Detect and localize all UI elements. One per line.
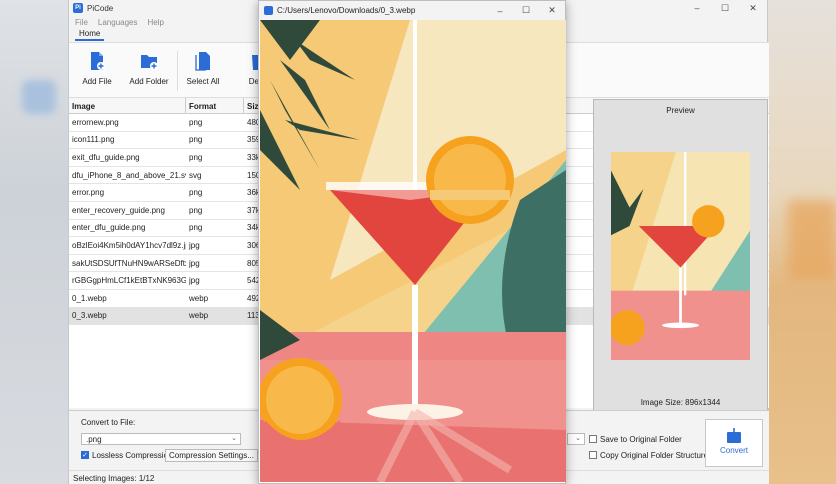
cell-image: enter_dfu_guide.png <box>72 223 146 233</box>
cell-format: png <box>189 223 203 233</box>
viewer-maximize-button[interactable]: ☐ <box>513 1 539 20</box>
cell-image: 0_1.webp <box>72 293 107 303</box>
cell-format: png <box>189 117 203 127</box>
cell-format: png <box>189 152 203 162</box>
add-folder-label: Add Folder <box>129 77 169 86</box>
viewer-title-bar: C:/Users/Lenovo/Downloads/0_3.webp – ☐ ✕ <box>259 1 565 20</box>
column-header-format[interactable]: Format <box>186 98 244 113</box>
chevron-down-icon: ⌄ <box>575 435 581 442</box>
cell-image: exit_dfu_guide.png <box>72 152 140 162</box>
copy-folder-structure-checkbox[interactable] <box>589 451 597 459</box>
desktop-wallpaper-blur <box>788 200 836 280</box>
close-button[interactable]: ✕ <box>739 0 767 16</box>
cocktail-illustration <box>260 20 566 482</box>
convert-button[interactable]: Convert <box>705 419 763 467</box>
copy-folder-structure-label: Copy Original Folder Structure <box>600 451 709 460</box>
cell-image: rGBGgpHmLCf1kEtBTxNK963GdZs.j... <box>72 276 186 286</box>
desktop-background-right <box>768 0 836 484</box>
column-header-image[interactable]: Image <box>69 98 186 113</box>
preview-image <box>611 152 750 360</box>
viewer-image <box>260 20 566 482</box>
viewer-window-controls: – ☐ ✕ <box>487 1 565 20</box>
menu-help[interactable]: Help <box>147 18 163 27</box>
select-all-button[interactable]: Select All <box>177 51 229 86</box>
menu-file[interactable]: File <box>75 18 88 27</box>
convert-icon <box>727 428 741 443</box>
viewer-file-path: C:/Users/Lenovo/Downloads/0_3.webp <box>277 6 416 15</box>
viewer-close-button[interactable]: ✕ <box>539 1 565 20</box>
cell-image: enter_recovery_guide.png <box>72 205 165 215</box>
convert-label: Convert <box>719 446 748 455</box>
minimize-button[interactable]: – <box>683 0 711 16</box>
viewer-app-icon <box>264 6 273 15</box>
window-controls: – ☐ ✕ <box>683 0 767 16</box>
cell-image: dfu_iPhone_8_and_above_21.svg <box>72 170 186 180</box>
lossless-checkbox[interactable]: ✓ <box>81 451 89 459</box>
cocktail-illustration-thumbnail <box>611 152 750 360</box>
cell-image: errornew.png <box>72 117 119 127</box>
viewer-minimize-button[interactable]: – <box>487 1 513 20</box>
app-logo-icon: Pi <box>73 3 83 13</box>
cell-image: sakUtSDSUfTNuHN9wARSeDftxnT.j... <box>72 258 186 268</box>
cell-format: png <box>189 135 203 145</box>
preview-panel: Preview Image Size: 896x1344 <box>593 99 768 411</box>
cell-format: png <box>189 188 203 198</box>
cell-format: jpg <box>189 258 200 268</box>
convert-to-label: Convert to File: <box>81 418 136 427</box>
select-all-label: Select All <box>186 77 220 86</box>
select-all-icon <box>195 52 210 71</box>
menu-languages[interactable]: Languages <box>98 18 138 27</box>
desktop-icon-blur <box>22 80 56 114</box>
image-viewer-window: C:/Users/Lenovo/Downloads/0_3.webp – ☐ ✕ <box>258 0 566 484</box>
output-folder-select[interactable]: ⌄ <box>567 433 585 445</box>
add-file-button[interactable]: Add File <box>71 51 123 86</box>
cell-image: icon111.png <box>72 135 115 145</box>
cell-format: png <box>189 205 203 215</box>
cell-image: 0_3.webp <box>72 311 107 321</box>
add-file-label: Add File <box>82 77 112 86</box>
format-select-value: .png <box>86 435 102 444</box>
app-title: PiCode <box>87 3 114 13</box>
cell-format: jpg <box>189 276 200 286</box>
preview-title: Preview <box>666 106 695 115</box>
desktop-background-left <box>0 0 70 484</box>
cell-image: oBzlEoi4Km5ih0dAY1hcv7dl9z.jpg <box>72 240 186 250</box>
format-select[interactable]: .png ⌄ <box>81 433 241 445</box>
cell-format: svg <box>189 170 202 180</box>
compression-settings-button[interactable]: Compression Settings... <box>165 449 258 462</box>
cell-format: webp <box>189 311 209 321</box>
chevron-down-icon: ⌄ <box>231 435 237 442</box>
cell-format: jpg <box>189 240 200 250</box>
lossless-label: Lossless Compression <box>92 451 173 460</box>
tab-home[interactable]: Home <box>75 28 105 41</box>
cell-format: webp <box>189 293 209 303</box>
save-original-folder-checkbox[interactable] <box>589 435 597 443</box>
save-original-folder-label: Save to Original Folder <box>600 435 682 444</box>
add-folder-icon <box>141 55 158 70</box>
add-folder-button[interactable]: Add Folder <box>123 51 175 86</box>
maximize-button[interactable]: ☐ <box>711 0 739 16</box>
preview-image-size: Image Size: 896x1344 <box>640 398 721 407</box>
add-file-icon <box>91 52 105 70</box>
cell-image: error.png <box>72 188 105 198</box>
